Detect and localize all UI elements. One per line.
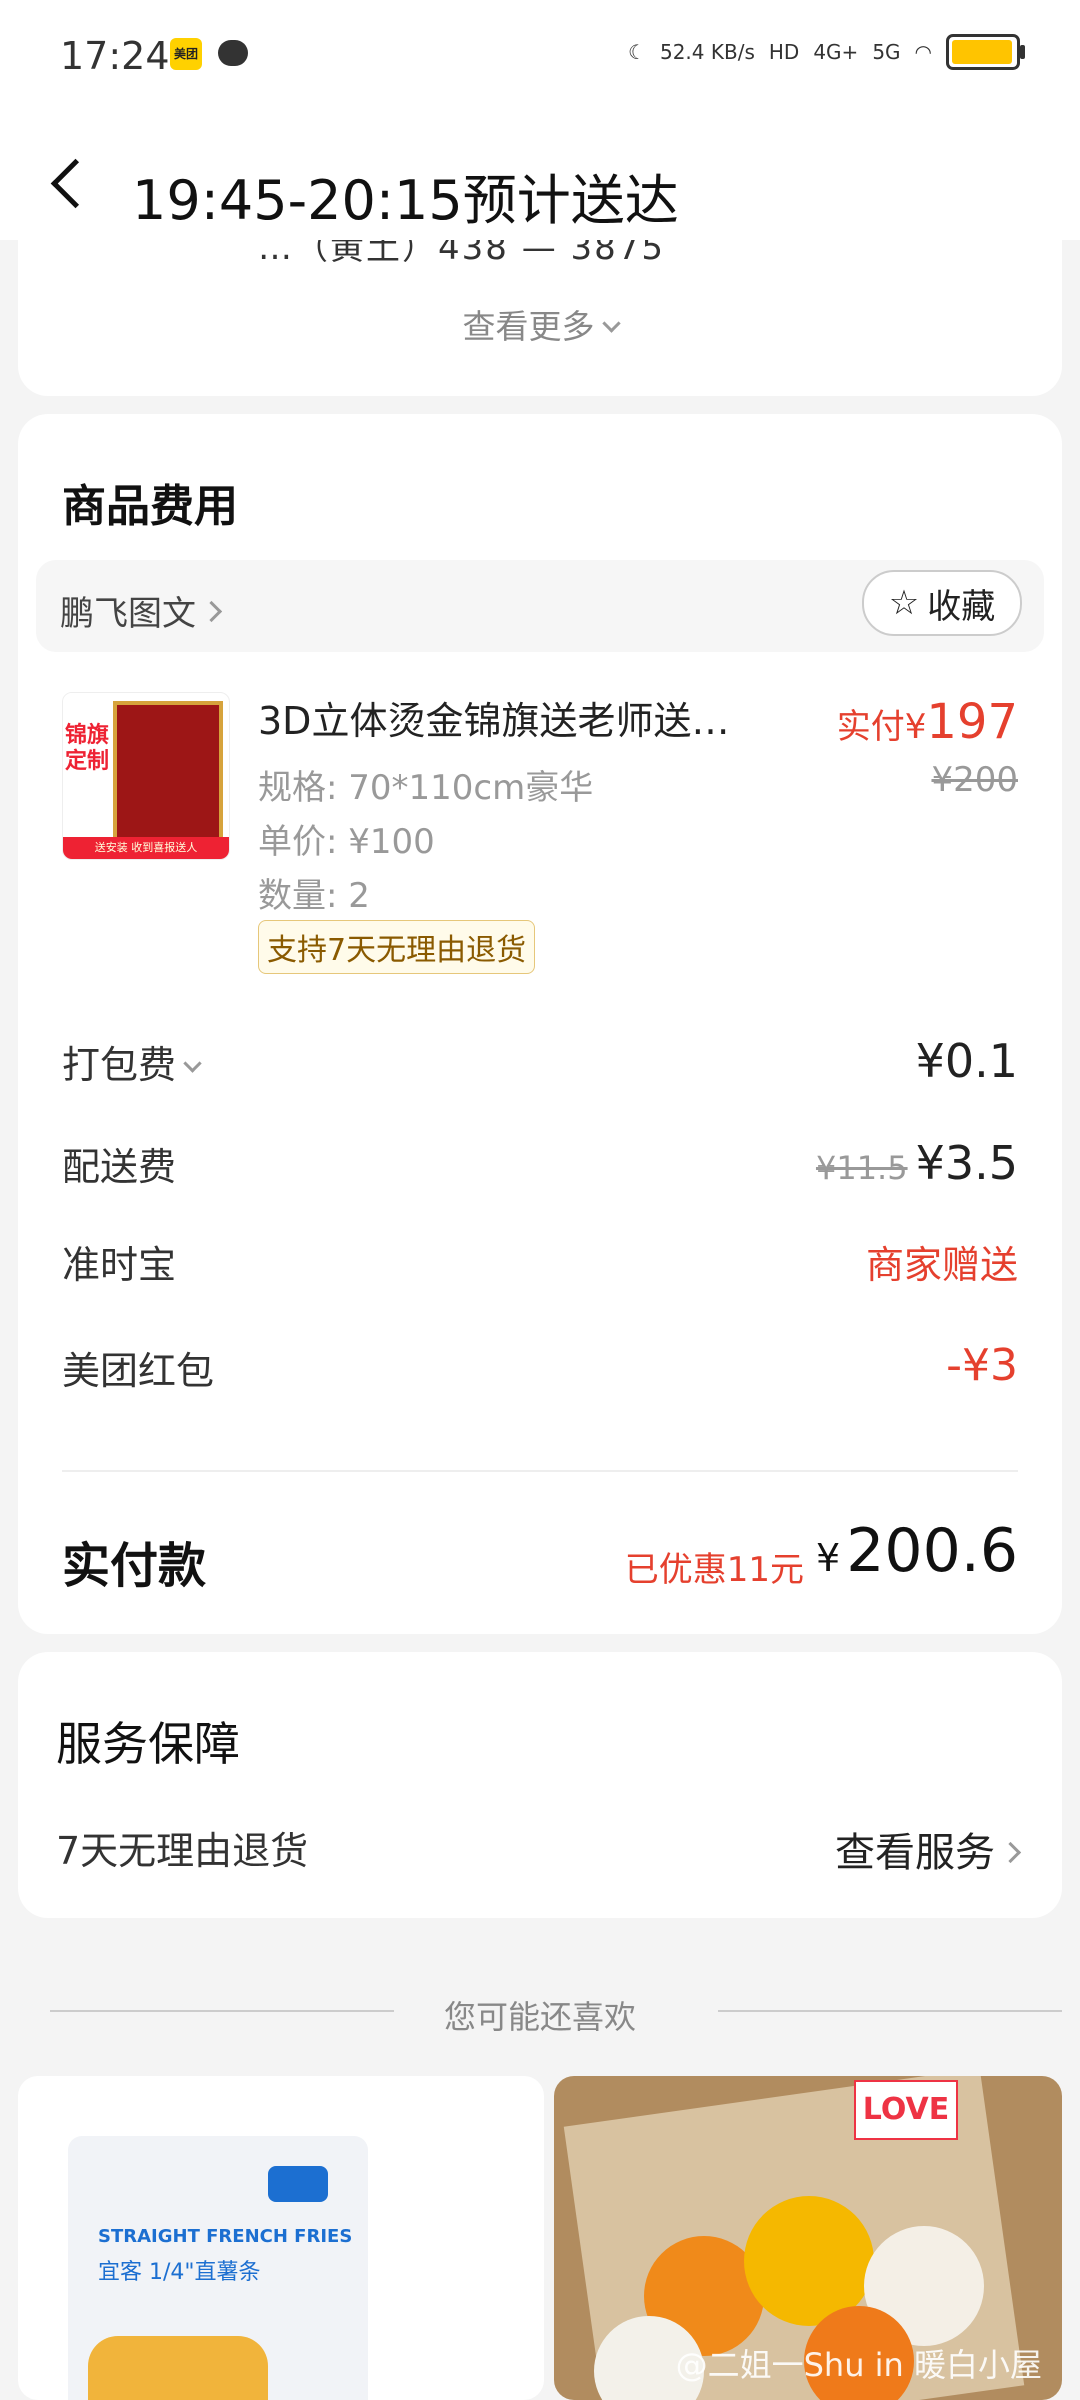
recommend-header: 您可能还喜欢 bbox=[0, 1992, 1080, 2052]
total-saved: 已优惠11元 bbox=[624, 1550, 804, 1590]
hd-icon: HD bbox=[768, 40, 800, 64]
chevron-right-icon bbox=[200, 600, 223, 623]
product-thumbnail[interactable]: 锦旗定制 送安装 收到喜报送人 bbox=[62, 692, 230, 860]
return-policy-tag: 支持7天无理由退货 bbox=[258, 920, 536, 974]
total-amount: ¥200.6 bbox=[816, 1516, 1018, 1586]
message-icon bbox=[218, 40, 248, 66]
recommend-item-flowers[interactable]: LOVE @二姐一Shu in 暖白小屋 bbox=[554, 2076, 1062, 2400]
chevron-down-icon bbox=[183, 1054, 202, 1073]
signal-4g-icon: 4G+ bbox=[813, 40, 859, 64]
love-tag: LOVE bbox=[854, 2080, 958, 2140]
recommend-title: 您可能还喜欢 bbox=[443, 1998, 636, 2036]
battery-icon bbox=[946, 34, 1025, 70]
service-item: 7天无理由退货 bbox=[56, 1829, 309, 1873]
fries-image bbox=[88, 2336, 268, 2400]
chevron-right-icon bbox=[999, 1841, 1022, 1864]
red-packet-value: -¥3 bbox=[946, 1340, 1018, 1391]
divider-line bbox=[718, 2010, 1062, 2012]
see-more-label: 查看更多 bbox=[462, 307, 595, 346]
ontime-guarantee-row: 准时宝 商家赠送 bbox=[62, 1234, 1018, 1294]
store-name[interactable]: 鹏飞图文 bbox=[60, 586, 223, 635]
watermark: @二姐一Shu in 暖白小屋 bbox=[675, 2346, 1042, 2384]
packing-fee-value: ¥0.1 bbox=[915, 1034, 1018, 1088]
service-card: 服务保障 7天无理由退货 查看服务 bbox=[18, 1652, 1062, 1918]
thumb-badge: 锦旗定制 bbox=[65, 723, 110, 774]
moon-icon: ☾ bbox=[628, 40, 646, 64]
product-original-price: ¥200 bbox=[931, 760, 1018, 800]
battery-fill bbox=[952, 40, 1012, 64]
fries-brand-en: STRAIGHT FRENCH FRIES bbox=[98, 2226, 353, 2247]
service-title: 服务保障 bbox=[56, 1717, 240, 1771]
status-bar: 17:24 美团 ☾ 52.4 KB/s HD 4G+ 5G ◠ bbox=[0, 0, 1080, 110]
fries-brand-cn: 宜客 1/4"直薯条 bbox=[98, 2260, 261, 2285]
chevron-down-icon bbox=[601, 314, 621, 333]
divider bbox=[62, 1470, 1018, 1472]
red-packet-label: 美团红包 bbox=[62, 1349, 215, 1393]
star-icon: ☆ bbox=[888, 583, 920, 623]
favorite-label: 收藏 bbox=[927, 586, 996, 627]
page-header: 19:45-20:15预计送达 bbox=[0, 110, 1080, 240]
recommend-item-fries[interactable]: STRAIGHT FRENCH FRIES 宜客 1/4"直薯条 bbox=[18, 2076, 544, 2400]
fee-card: 商品费用 鹏飞图文 ☆ 收藏 锦旗定制 送安装 收到喜报送人 3D立体烫金锦旗送… bbox=[18, 414, 1062, 1634]
delivery-fee-row: 配送费 ¥11.5 ¥3.5 bbox=[62, 1136, 1018, 1196]
brand-logo bbox=[268, 2166, 328, 2202]
view-service-link[interactable]: 查看服务 bbox=[835, 1820, 1022, 1878]
thumb-footer: 送安装 收到喜报送人 bbox=[63, 837, 229, 859]
meituan-app-icon: 美团 bbox=[170, 38, 202, 70]
banner-image bbox=[113, 701, 223, 841]
ontime-guarantee-label: 准时宝 bbox=[62, 1243, 177, 1287]
product-name[interactable]: 3D立体烫金锦旗送老师送… bbox=[258, 690, 778, 745]
back-arrow-icon[interactable] bbox=[50, 158, 101, 209]
fee-section-title: 商品费用 bbox=[62, 481, 238, 532]
packing-fee-label[interactable]: 打包费 bbox=[62, 1034, 202, 1089]
delivery-fee-original: ¥11.5 bbox=[815, 1149, 908, 1187]
ontime-guarantee-value: 商家赠送 bbox=[865, 1243, 1018, 1287]
status-time: 17:24 bbox=[60, 34, 170, 78]
product-quantity: 数量: 2 bbox=[258, 876, 370, 916]
status-right: ☾ 52.4 KB/s HD 4G+ 5G ◠ bbox=[628, 34, 1025, 70]
page-title: 19:45-20:15预计送达 bbox=[132, 169, 679, 232]
store-bar[interactable]: 鹏飞图文 ☆ 收藏 bbox=[36, 560, 1044, 652]
delivery-fee-value: ¥11.5 ¥3.5 bbox=[815, 1136, 1018, 1190]
product-unit-price: 单价: ¥100 bbox=[258, 822, 435, 862]
network-speed: 52.4 KB/s bbox=[659, 40, 755, 64]
see-more-button[interactable]: 查看更多 bbox=[18, 300, 1062, 348]
favorite-button[interactable]: ☆ 收藏 bbox=[862, 570, 1022, 636]
fries-product-image: STRAIGHT FRENCH FRIES 宜客 1/4"直薯条 bbox=[68, 2136, 368, 2400]
red-packet-row: 美团红包 -¥3 bbox=[62, 1340, 1018, 1400]
delivery-fee-label: 配送费 bbox=[62, 1145, 177, 1189]
total-label: 实付款 bbox=[62, 1538, 207, 1594]
product-spec: 规格: 70*110cm豪华 bbox=[258, 768, 594, 808]
wifi-icon: ◠ bbox=[914, 40, 932, 64]
signal-5g-icon: 5G bbox=[872, 40, 901, 64]
packing-fee-row[interactable]: 打包费 ¥0.1 bbox=[62, 1034, 1018, 1094]
product-paid-price: 实付¥197 bbox=[836, 694, 1018, 750]
